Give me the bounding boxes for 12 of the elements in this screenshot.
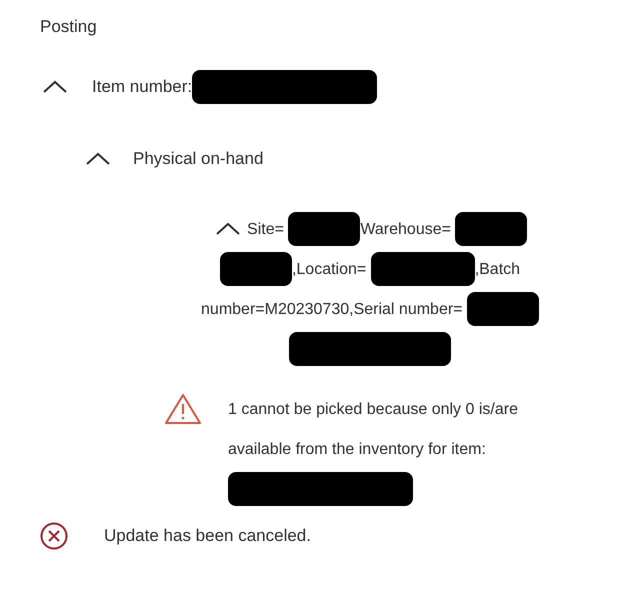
result-message: Update has been canceled. bbox=[104, 524, 311, 547]
location-text: Warehouse= bbox=[360, 220, 451, 238]
location-text: ,Batch bbox=[474, 260, 520, 278]
warning-message: 1 cannot be picked because only 0 is/are available from the inventory for item: bbox=[228, 390, 548, 510]
warning-icon bbox=[164, 392, 202, 426]
error-icon bbox=[40, 522, 68, 550]
location-text: ,Location= bbox=[292, 260, 366, 278]
location-text: Site= bbox=[247, 220, 284, 238]
section-title: Posting bbox=[40, 16, 98, 38]
location-text: number=M20230730,Serial number= bbox=[201, 300, 463, 318]
tree-node-label: Physical on-hand bbox=[133, 148, 264, 170]
item-number-label: Item number: bbox=[92, 76, 192, 98]
